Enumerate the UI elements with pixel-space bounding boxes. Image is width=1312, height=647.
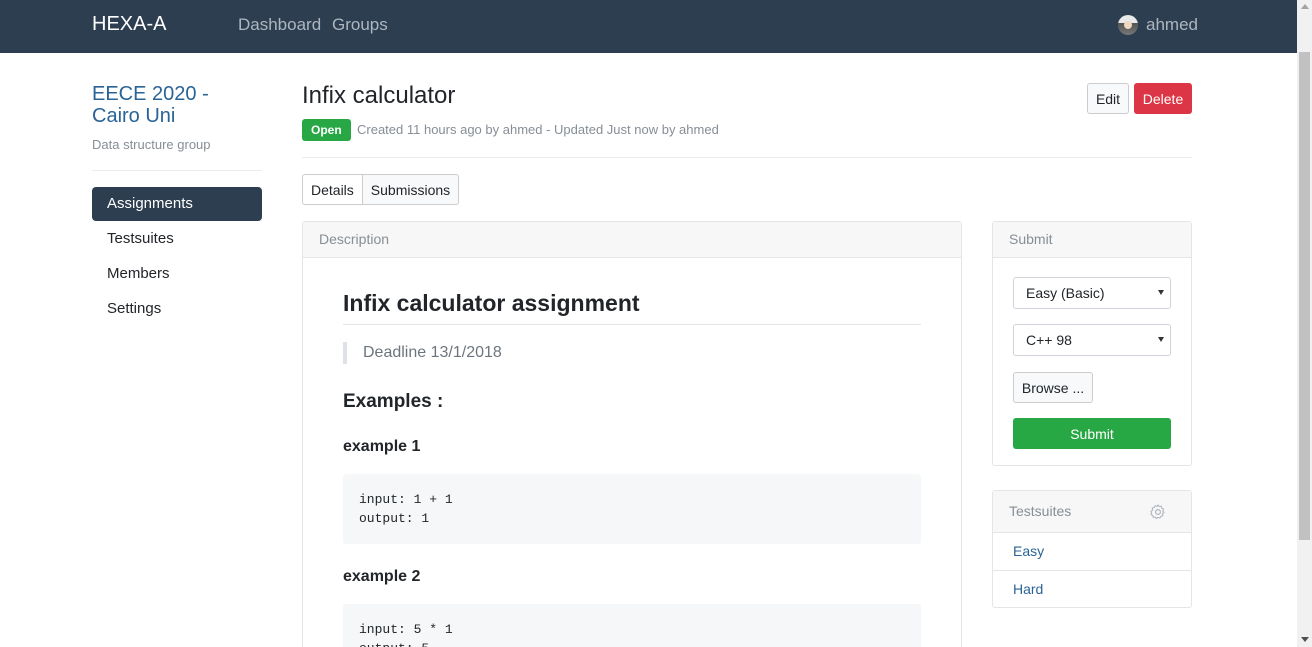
testsuite-item-hard[interactable]: Hard <box>993 571 1191 609</box>
difficulty-select[interactable]: Easy (Basic) <box>1013 277 1171 309</box>
code-line: output: 1 <box>359 511 430 526</box>
browse-file-button[interactable]: Browse ... <box>1013 372 1093 403</box>
tab-details[interactable]: Details <box>302 174 363 205</box>
code-line: input: 1 + 1 <box>359 492 453 507</box>
chevron-down-icon <box>1158 337 1164 342</box>
submit-card: Submit Easy (Basic) C++ 98 Browse ... Su… <box>992 221 1192 466</box>
user-menu[interactable]: ahmed <box>1118 15 1198 35</box>
deadline-quote: Deadline 13/1/2018 <box>343 342 921 364</box>
view-tabs: Details Submissions <box>302 174 460 205</box>
sidebar-item-members[interactable]: Members <box>92 257 262 291</box>
language-select[interactable]: C++ 98 <box>1013 324 1171 356</box>
delete-button[interactable]: Delete <box>1134 83 1192 114</box>
testsuites-header: Testsuites <box>993 491 1191 533</box>
code-line: output: 5 <box>359 639 905 647</box>
status-badge: Open <box>302 119 351 141</box>
header-divider <box>302 157 1192 158</box>
sidebar-item-testsuites[interactable]: Testsuites <box>92 222 262 256</box>
scroll-down-arrow-icon[interactable] <box>1301 637 1309 642</box>
examples-heading: Examples : <box>343 391 444 412</box>
example-title: example 1 <box>343 438 421 455</box>
submit-button[interactable]: Submit <box>1013 418 1171 449</box>
edit-button[interactable]: Edit <box>1087 83 1129 114</box>
difficulty-select-value: Easy (Basic) <box>1026 285 1105 301</box>
scroll-up-arrow-icon[interactable] <box>1301 4 1309 9</box>
tab-submissions[interactable]: Submissions <box>362 174 460 205</box>
sidebar-divider <box>92 170 262 171</box>
assignment-meta: Created 11 hours ago by ahmed - Updated … <box>357 122 719 137</box>
group-subtitle: Data structure group <box>92 137 211 152</box>
navbar: HEXA-A Dashboard Groups ahmed <box>0 0 1297 53</box>
page-scrollbar[interactable] <box>1297 0 1312 647</box>
sidebar-item-assignments[interactable]: Assignments <box>92 187 262 221</box>
description-card: Description Infix calculator assignment … <box>302 221 962 647</box>
user-name: ahmed <box>1146 15 1198 34</box>
example-code-block: input: 1 + 1 output: 1 <box>343 474 921 544</box>
code-line: input: 5 * 1 <box>359 622 453 637</box>
brand-logo[interactable]: HEXA-A <box>92 13 166 36</box>
scroll-thumb[interactable] <box>1299 52 1310 540</box>
testsuites-card: Testsuites Easy Hard <box>992 490 1192 608</box>
testsuite-item-easy[interactable]: Easy <box>993 533 1191 571</box>
example-code-block: input: 5 * 1 output: 5 <box>343 604 921 647</box>
testsuites-header-label: Testsuites <box>1009 503 1072 519</box>
submit-header: Submit <box>993 222 1191 258</box>
nav-link-groups[interactable]: Groups <box>332 15 388 35</box>
group-title[interactable]: EECE 2020 - Cairo Uni <box>92 83 262 127</box>
language-select-value: C++ 98 <box>1026 332 1072 348</box>
example-title: example 2 <box>343 568 421 585</box>
nav-link-dashboard[interactable]: Dashboard <box>238 15 321 35</box>
sidebar-item-settings[interactable]: Settings <box>92 292 262 326</box>
gear-icon[interactable] <box>1149 503 1167 521</box>
page-title: Infix calculator <box>302 82 456 109</box>
description-heading: Infix calculator assignment <box>343 290 640 316</box>
heading-rule <box>343 324 921 325</box>
description-header: Description <box>303 222 961 258</box>
chevron-down-icon <box>1158 290 1164 295</box>
avatar <box>1118 15 1138 35</box>
